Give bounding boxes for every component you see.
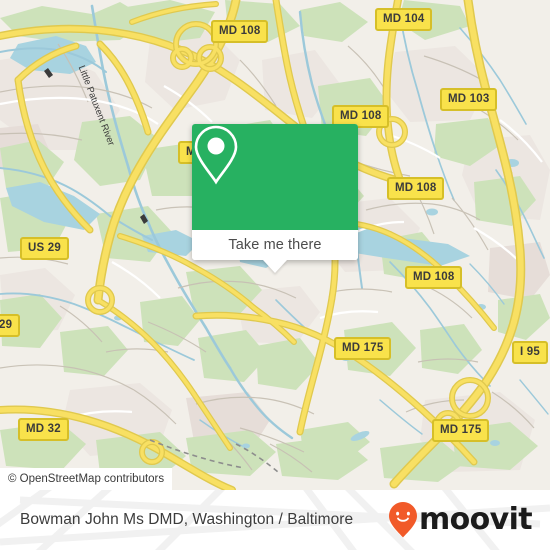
footer-bar: Bowman John Ms DMD, Washington / Baltimo… [0, 490, 550, 550]
road-shield[interactable]: MD 175 [432, 419, 490, 442]
screenshot-root: Little Patuxent River MD 108 MD 104 MD 1… [0, 0, 550, 550]
popup-pointer-tail [263, 260, 287, 273]
map-canvas[interactable]: Little Patuxent River MD 108 MD 104 MD 1… [0, 0, 550, 490]
moovit-logo[interactable]: moovit [388, 501, 533, 539]
road-shield[interactable]: MD 175 [334, 337, 392, 360]
road-shield[interactable]: MD 108 [387, 177, 445, 200]
road-shield[interactable]: MD 103 [440, 88, 498, 111]
location-title: Bowman John Ms DMD, Washington / Baltimo… [20, 511, 354, 528]
map-pin-icon [194, 125, 238, 185]
road-shield[interactable]: MD 104 [375, 8, 433, 31]
take-me-there-label: Take me there [228, 237, 322, 253]
road-shield[interactable]: MD 108 [211, 20, 269, 43]
moovit-wordmark: moovit [418, 502, 533, 537]
road-shield[interactable]: I 95 [512, 341, 548, 364]
road-shield[interactable]: MD 32 [18, 418, 69, 441]
take-me-there-button[interactable]: Take me there [192, 230, 358, 273]
road-shield[interactable]: MD 108 [405, 266, 463, 289]
road-shield[interactable]: 29 [0, 314, 21, 337]
map-attribution[interactable]: © OpenStreetMap contributors [0, 468, 173, 490]
moovit-smiley-pin-icon [388, 502, 417, 538]
popup-icon-area [192, 124, 358, 230]
road-shield[interactable]: US 29 [20, 237, 69, 260]
location-popup-card[interactable]: Take me there [192, 124, 358, 273]
